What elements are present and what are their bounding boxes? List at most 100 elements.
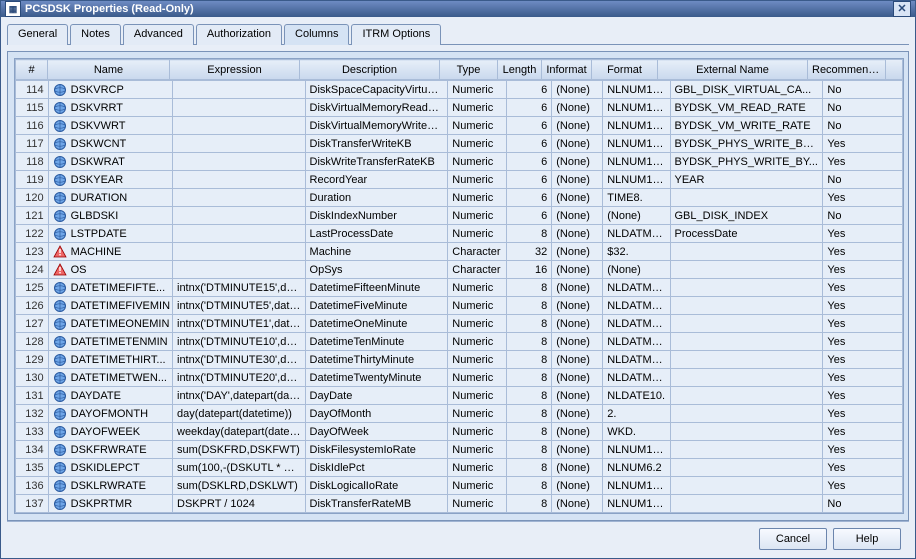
cell-type: Numeric — [448, 495, 507, 513]
cell-number: 130 — [16, 369, 49, 387]
table-row[interactable]: 127DATETIMEONEMINintnx('DTMINUTE1',datet… — [16, 315, 903, 333]
table-row[interactable]: 126DATETIMEFIVEMINintnx('DTMINUTE5',date… — [16, 297, 903, 315]
cell-external-name — [670, 351, 823, 369]
tab-notes[interactable]: Notes — [70, 24, 121, 45]
cell-format: NLNUM6.2 — [603, 459, 670, 477]
globe-icon — [53, 137, 67, 151]
table-row[interactable]: 117DSKWCNTDiskTransferWriteKBNumeric6(No… — [16, 135, 903, 153]
cell-recommended: Yes — [823, 225, 903, 243]
table-row[interactable]: 123MACHINEMachineCharacter32(None)$32.Ye… — [16, 243, 903, 261]
col-type[interactable]: Type — [440, 60, 498, 80]
titlebar[interactable]: ▦ PCSDSK Properties (Read-Only) ✕ — [1, 1, 915, 17]
table-row[interactable]: 115DSKVRRTDiskVirtualMemoryReadR...Numer… — [16, 99, 903, 117]
cell-name-text: LSTPDATE — [71, 228, 127, 240]
table-row[interactable]: 120DURATIONDurationNumeric6(None)TIME8.Y… — [16, 189, 903, 207]
cell-name: DSKVWRT — [48, 117, 172, 135]
tab-authorization[interactable]: Authorization — [196, 24, 282, 45]
cell-format: NLNUM16.0 — [603, 171, 670, 189]
cell-name: DATETIMEFIFTE... — [48, 279, 172, 297]
cell-recommended: Yes — [823, 423, 903, 441]
cell-type: Numeric — [448, 279, 507, 297]
globe-icon — [53, 83, 67, 97]
table-row[interactable]: 134DSKFRWRATEsum(DSKFRD,DSKFWT)DiskFiles… — [16, 441, 903, 459]
cell-name: DAYOFWEEK — [48, 423, 172, 441]
scrollbar-gutter — [886, 59, 903, 80]
col-informat[interactable]: Informat — [542, 60, 592, 80]
tab-general[interactable]: General — [7, 24, 68, 45]
cell-number: 133 — [16, 423, 49, 441]
table-row[interactable]: 132DAYOFMONTHday(datepart(datetime))DayO… — [16, 405, 903, 423]
table-row[interactable]: 135DSKIDLEPCTsum(100,-(DSKUTL * 100))Dis… — [16, 459, 903, 477]
cell-name-text: MACHINE — [71, 246, 122, 258]
warning-icon — [53, 245, 67, 259]
tab-advanced[interactable]: Advanced — [123, 24, 194, 45]
cell-format: NLNUM16.2 — [603, 495, 670, 513]
cell-description: DayOfWeek — [305, 423, 448, 441]
table-row[interactable]: 128DATETIMETENMINintnx('DTMINUTE10',dat.… — [16, 333, 903, 351]
col-description[interactable]: Description — [300, 60, 440, 80]
cell-number: 134 — [16, 441, 49, 459]
table-row[interactable]: 118DSKWRATDiskWriteTransferRateKBNumeric… — [16, 153, 903, 171]
cell-recommended: Yes — [823, 279, 903, 297]
cell-informat: (None) — [552, 207, 603, 225]
cell-name: DATETIMEFIVEMIN — [48, 297, 172, 315]
cell-recommended: No — [823, 117, 903, 135]
help-button[interactable]: Help — [833, 528, 901, 550]
cell-description: DayDate — [305, 387, 448, 405]
tab-itrm-options[interactable]: ITRM Options — [351, 24, 441, 45]
grid-body-scroll[interactable]: 114DSKVRCPDiskSpaceCapacityVirtual...Num… — [15, 80, 903, 513]
cell-number: 125 — [16, 279, 49, 297]
table-row[interactable]: 131DAYDATEintnx('DAY',datepart(dat...Day… — [16, 387, 903, 405]
cell-length: 8 — [507, 387, 552, 405]
table-row[interactable]: 125DATETIMEFIFTE...intnx('DTMINUTE15',da… — [16, 279, 903, 297]
cell-type: Numeric — [448, 351, 507, 369]
globe-icon — [53, 317, 67, 331]
cell-length: 8 — [507, 369, 552, 387]
cell-format: NLDATM18. — [603, 297, 670, 315]
cell-expression: intnx('DTMINUTE10',dat... — [173, 333, 306, 351]
cell-informat: (None) — [552, 423, 603, 441]
table-row[interactable]: 136DSKLRWRATEsum(DSKLRD,DSKLWT)DiskLogic… — [16, 477, 903, 495]
col-expression[interactable]: Expression — [170, 60, 300, 80]
table-row[interactable]: 133DAYOFWEEKweekday(datepart(datet...Day… — [16, 423, 903, 441]
cell-number: 127 — [16, 315, 49, 333]
cell-description: DatetimeTenMinute — [305, 333, 448, 351]
cell-expression — [173, 135, 306, 153]
cell-expression: intnx('DAY',datepart(dat... — [173, 387, 306, 405]
table-row[interactable]: 114DSKVRCPDiskSpaceCapacityVirtual...Num… — [16, 81, 903, 99]
cell-length: 8 — [507, 315, 552, 333]
table-row[interactable]: 137DSKPRTMRDSKPRT / 1024DiskTransferRate… — [16, 495, 903, 513]
cell-length: 32 — [507, 243, 552, 261]
globe-icon — [53, 227, 67, 241]
table-row[interactable]: 121GLBDSKIDiskIndexNumberNumeric6(None)(… — [16, 207, 903, 225]
col-recommended[interactable]: Recommended — [808, 60, 886, 80]
table-row[interactable]: 122LSTPDATELastProcessDateNumeric8(None)… — [16, 225, 903, 243]
cell-type: Numeric — [448, 387, 507, 405]
cell-recommended: Yes — [823, 297, 903, 315]
table-row[interactable]: 124OSOpSysCharacter16(None)(None)Yes — [16, 261, 903, 279]
globe-icon — [53, 497, 67, 511]
cell-recommended: Yes — [823, 405, 903, 423]
col-length[interactable]: Length — [498, 60, 542, 80]
cancel-button[interactable]: Cancel — [759, 528, 827, 550]
cell-external-name — [670, 423, 823, 441]
col-format[interactable]: Format — [592, 60, 658, 80]
close-button[interactable]: ✕ — [893, 1, 911, 17]
tab-columns[interactable]: Columns — [284, 24, 349, 45]
col-external-name[interactable]: External Name — [658, 60, 808, 80]
table-row[interactable]: 130DATETIMETWEN...intnx('DTMINUTE20',dat… — [16, 369, 903, 387]
tab-strip: GeneralNotesAdvancedAuthorizationColumns… — [7, 23, 909, 45]
content-area: GeneralNotesAdvancedAuthorizationColumns… — [1, 17, 915, 559]
cell-expression: day(datepart(datetime)) — [173, 405, 306, 423]
table-row[interactable]: 129DATETIMETHIRT...intnx('DTMINUTE30',da… — [16, 351, 903, 369]
col-number[interactable]: # — [16, 60, 48, 80]
col-name[interactable]: Name — [48, 60, 170, 80]
cell-name-text: DATETIMETWEN... — [71, 372, 167, 384]
cell-informat: (None) — [552, 405, 603, 423]
cell-recommended: Yes — [823, 477, 903, 495]
cell-name: LSTPDATE — [48, 225, 172, 243]
cell-name-text: GLBDSKI — [71, 210, 119, 222]
cell-informat: (None) — [552, 459, 603, 477]
table-row[interactable]: 116DSKVWRTDiskVirtualMemoryWriteR...Nume… — [16, 117, 903, 135]
table-row[interactable]: 119DSKYEARRecordYearNumeric6(None)NLNUM1… — [16, 171, 903, 189]
